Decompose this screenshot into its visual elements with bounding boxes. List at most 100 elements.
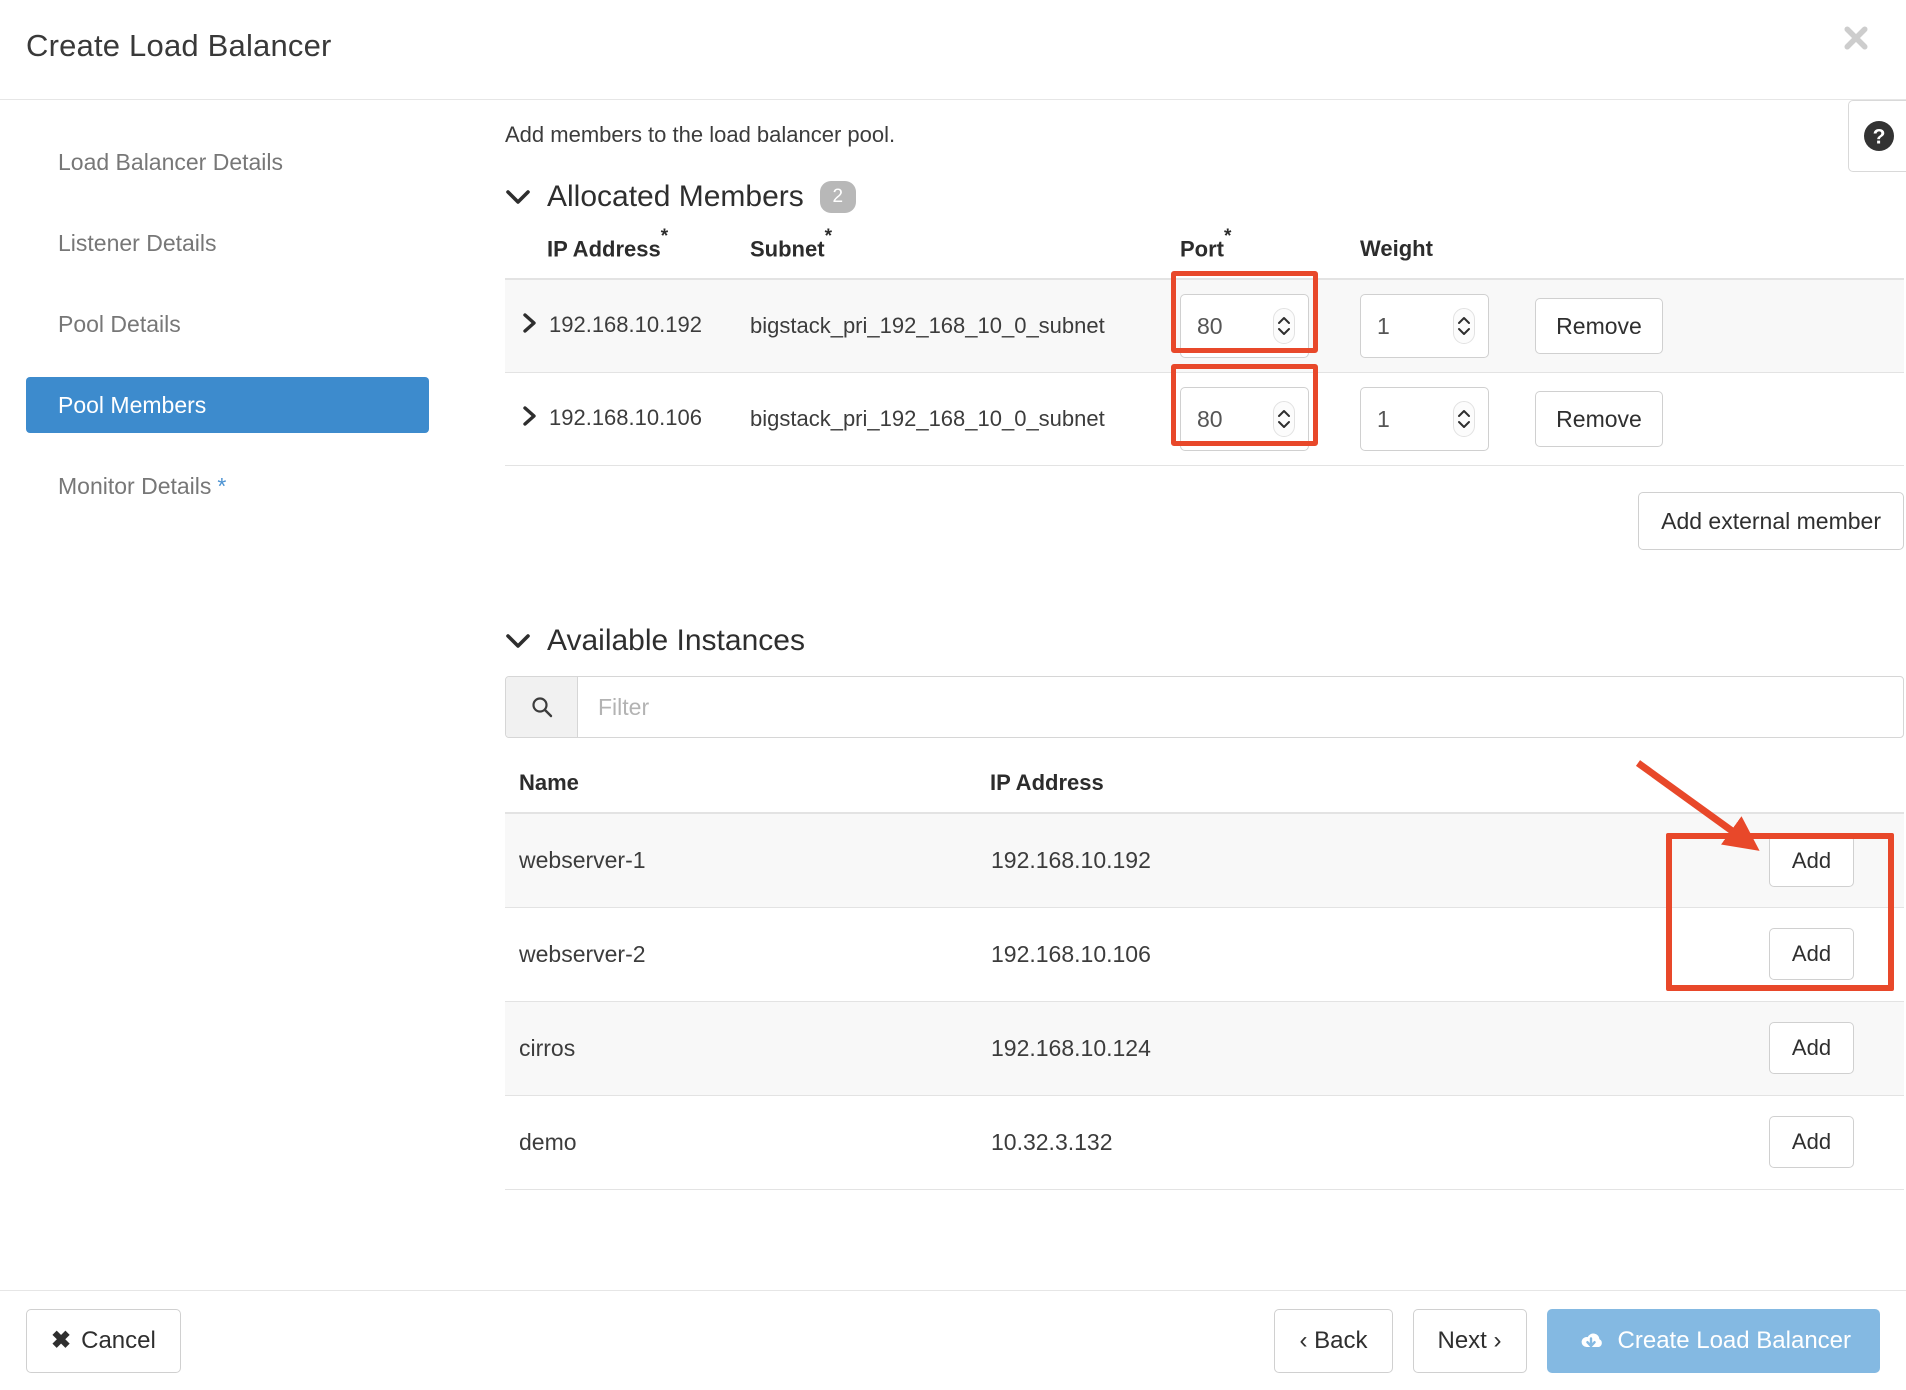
cell-ip-address: 192.168.10.192 [505,279,750,374]
port-input[interactable]: 80 [1180,294,1309,359]
cell-actions: Add [1610,907,1904,1002]
allocated-members-table: IP Address* Subnet* Port* Weight 192.168… [505,226,1904,467]
sidebar-item-listener-details[interactable]: Listener Details [26,215,429,271]
table-row: webserver-2 192.168.10.106 Add [505,907,1904,1002]
chevron-right-icon[interactable] [520,404,540,434]
wizard-sidebar: Load Balancer Details Listener Details P… [0,100,455,539]
wizard-content: Add members to the load balancer pool. A… [505,100,1906,1190]
add-instance-button[interactable]: Add [1769,1116,1854,1169]
create-load-balancer-button[interactable]: Create Load Balancer [1546,1308,1880,1373]
chevron-right-icon[interactable] [520,311,540,341]
sidebar-item-label: Listener Details [58,229,217,256]
required-asterisk: * [217,472,227,499]
column-header-ip-address: IP Address* [505,226,750,281]
footer-right-actions: ‹ Back Next › Create Load Balancer [1274,1308,1880,1373]
allocated-members-section-header[interactable]: Allocated Members 2 [505,180,1906,214]
cloud-download-icon [1581,1333,1602,1347]
weight-input[interactable]: 1 [1360,387,1489,452]
required-asterisk: * [1224,226,1232,248]
cell-instance-ip: 10.32.3.132 [990,1095,1610,1190]
cancel-button[interactable]: ✖ Cancel [26,1308,181,1373]
cell-subnet: bigstack_pri_192_168_10_0_subnet [750,279,1180,374]
port-stepper[interactable] [1273,401,1295,438]
required-asterisk: * [824,226,832,248]
weight-value: 1 [1377,312,1390,339]
section-title: Available Instances [547,624,805,658]
chevron-down-icon [506,190,530,204]
svg-text:?: ? [1873,126,1886,149]
sidebar-item-load-balancer-details[interactable]: Load Balancer Details [26,134,429,190]
table-row: 192.168.10.192 bigstack_pri_192_168_10_0… [505,271,1904,374]
sidebar-item-monitor-details[interactable]: Monitor Details * [26,458,429,514]
cell-instance-name: webserver-1 [505,813,990,908]
modal-footer: ✖ Cancel ‹ Back Next › Create Load Balan… [0,1290,1906,1390]
add-external-member-button[interactable]: Add external member [1638,492,1904,551]
cell-actions: Add [1610,1001,1904,1096]
cell-weight: 1 [1360,279,1535,374]
cell-subnet: bigstack_pri_192_168_10_0_subnet [750,372,1180,467]
next-button[interactable]: Next › [1412,1308,1527,1373]
remove-member-button[interactable]: Remove [1535,298,1663,355]
member-ip-value: 192.168.10.192 [549,312,702,338]
cell-instance-ip: 192.168.10.124 [990,1001,1610,1096]
add-instance-button[interactable]: Add [1769,928,1854,981]
filter-input[interactable] [578,677,1903,738]
cell-instance-ip: 192.168.10.192 [990,813,1610,908]
search-icon-button[interactable] [506,677,578,738]
available-instances-section: Available Instances Name IP Address [505,624,1906,1190]
port-input[interactable]: 80 [1180,387,1309,452]
table-row: 192.168.10.106 bigstack_pri_192_168_10_0… [505,364,1904,467]
help-circle-icon: ? [1864,121,1894,151]
help-panel[interactable]: ? [1848,100,1906,172]
port-value: 80 [1197,312,1223,339]
remove-member-button[interactable]: Remove [1535,391,1663,448]
section-title: Allocated Members [547,180,804,213]
back-button[interactable]: ‹ Back [1274,1308,1393,1373]
sidebar-item-label: Monitor Details [58,472,212,499]
column-header-subnet: Subnet* [750,226,1180,281]
member-ip-value: 192.168.10.106 [549,405,702,431]
modal-header: Create Load Balancer [0,0,1906,100]
port-stepper[interactable] [1273,308,1295,345]
search-icon [531,697,552,718]
intro-text: Add members to the load balancer pool. [505,122,896,147]
weight-input[interactable]: 1 [1360,294,1489,359]
table-header-row: Name IP Address [505,770,1904,815]
add-external-member-row: Add external member [505,466,1904,551]
page-title: Create Load Balancer [26,28,332,63]
weight-stepper[interactable] [1453,401,1475,438]
table-header-row: IP Address* Subnet* Port* Weight [505,226,1904,281]
create-label: Create Load Balancer [1617,1326,1851,1354]
column-label: Subnet [750,236,825,262]
sidebar-item-pool-members[interactable]: Pool Members [26,377,429,433]
filter-bar [505,676,1904,739]
cell-actions: Remove [1535,372,1904,467]
column-header-weight: Weight [1360,232,1535,281]
back-label: ‹ Back [1299,1326,1368,1354]
cell-port: 80 [1171,271,1360,374]
available-instances-section-header[interactable]: Available Instances [505,624,1906,658]
close-icon[interactable] [1836,18,1876,58]
port-value: 80 [1197,405,1223,432]
add-instance-button[interactable]: Add [1769,834,1854,887]
table-row: cirros 192.168.10.124 Add [505,1001,1904,1096]
column-header-port: Port* [1180,226,1360,281]
sidebar-item-pool-details[interactable]: Pool Details [26,296,429,352]
footer-left-actions: ✖ Cancel [26,1308,181,1373]
cell-ip-address: 192.168.10.106 [505,372,750,467]
cell-instance-name: demo [505,1095,990,1190]
next-label: Next › [1437,1326,1502,1354]
column-label: Weight [1360,236,1433,262]
chevron-down-icon [506,634,530,649]
cell-port: 80 [1171,364,1360,467]
close-x-icon: ✖ [51,1327,72,1354]
add-instance-button[interactable]: Add [1769,1022,1854,1075]
cell-instance-name: webserver-2 [505,907,990,1002]
column-header-actions [1610,770,1904,815]
cell-actions: Add [1610,1095,1904,1190]
column-header-name: Name [505,770,990,815]
cell-weight: 1 [1360,372,1535,467]
weight-stepper[interactable] [1453,308,1475,345]
modal-body: Load Balancer Details Listener Details P… [0,100,1906,1290]
required-asterisk: * [660,226,669,248]
